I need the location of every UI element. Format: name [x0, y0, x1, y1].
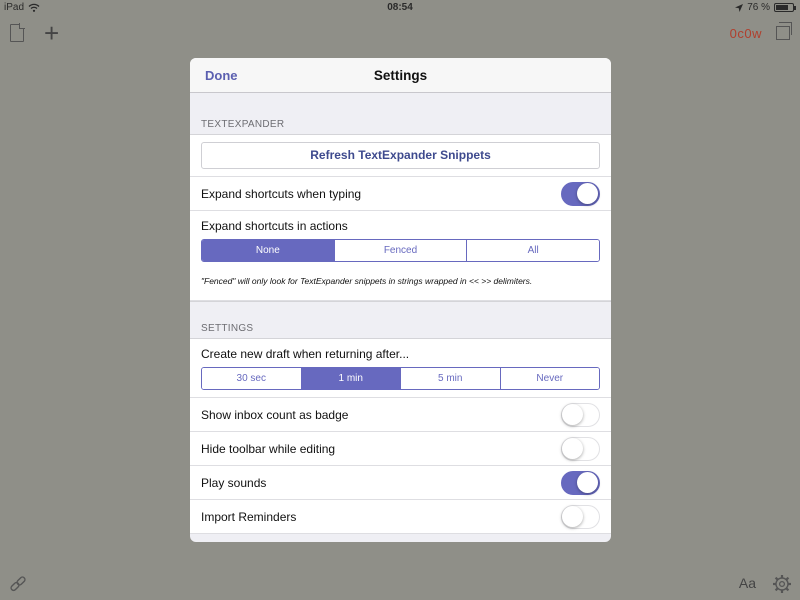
refresh-snippets-button[interactable]: Refresh TextExpander Snippets: [201, 142, 600, 169]
document-icon[interactable]: [10, 23, 25, 42]
expand-actions-row: Expand shortcuts in actions None Fenced Al…: [190, 211, 611, 301]
section-header-textexpander: TEXTEXPANDER: [190, 93, 611, 135]
expand-typing-toggle[interactable]: [561, 182, 600, 206]
fenced-note: "Fenced" will only look for TextExpander…: [201, 276, 533, 286]
setting-label: Show inbox count as badge: [201, 408, 349, 422]
textexpander-group: Refresh TextExpander Snippets Expand sho…: [190, 135, 611, 301]
toggle-knob: [562, 438, 583, 459]
segment-option[interactable]: 30 sec: [202, 368, 301, 389]
segment-option[interactable]: 1 min: [300, 368, 400, 389]
gear-icon[interactable]: [772, 574, 792, 594]
expand-actions-segmented-control: None Fenced All: [201, 239, 600, 262]
setting-toggle-row: Hide toolbar while editing: [190, 432, 611, 466]
font-settings-button[interactable]: Aa: [739, 575, 756, 591]
toggle-knob: [577, 183, 598, 204]
setting-toggle[interactable]: [561, 437, 600, 461]
battery-fill: [776, 5, 789, 10]
setting-label: Play sounds: [201, 476, 267, 490]
settings-toggle-list: Show inbox count as badge Hide toolbar wh…: [190, 398, 611, 534]
setting-toggle[interactable]: [561, 403, 600, 427]
segment-option[interactable]: Never: [499, 368, 599, 389]
copy-icon[interactable]: [776, 22, 792, 40]
new-draft-segmented-control: 30 sec 1 min 5 min Never: [201, 367, 600, 390]
plus-icon[interactable]: +: [44, 20, 59, 46]
status-bar-right: 76 %: [735, 2, 796, 13]
setting-label: Import Reminders: [201, 510, 297, 524]
setting-toggle-row: Show inbox count as badge: [190, 398, 611, 432]
new-draft-label: Create new draft when returning after...: [201, 347, 410, 361]
setting-toggle-row: Import Reminders: [190, 500, 611, 534]
toggle-knob: [562, 506, 583, 527]
setting-toggle-row: Play sounds: [190, 466, 611, 500]
battery-percentage: 76 %: [747, 2, 770, 13]
segment-option[interactable]: 5 min: [400, 368, 500, 389]
section-header-settings: SETTINGS: [190, 301, 611, 339]
expand-actions-label: Expand shortcuts in actions: [201, 219, 348, 233]
character-word-count[interactable]: 0c0w: [730, 26, 762, 41]
toggle-knob: [577, 472, 598, 493]
battery-icon: [774, 3, 796, 12]
refresh-row: Refresh TextExpander Snippets: [190, 135, 611, 177]
settings-group: Create new draft when returning after...…: [190, 339, 611, 534]
setting-toggle[interactable]: [561, 471, 600, 495]
expand-typing-row: Expand shortcuts when typing: [190, 177, 611, 211]
status-time: 08:54: [387, 2, 413, 13]
setting-toggle[interactable]: [561, 505, 600, 529]
new-draft-row: Create new draft when returning after...…: [190, 339, 611, 398]
expand-typing-label: Expand shortcuts when typing: [201, 187, 362, 201]
location-arrow-icon: [735, 3, 744, 12]
modal-header: Done Settings: [190, 58, 611, 93]
modal-title: Settings: [373, 68, 428, 83]
app-toolbar: + 0c0w: [0, 16, 800, 52]
setting-label: Hide toolbar while editing: [201, 442, 336, 456]
settings-modal: Done Settings TEXTEXPANDER Refresh TextE…: [190, 58, 611, 542]
link-icon[interactable]: [9, 575, 27, 593]
segment-option[interactable]: Fenced: [333, 240, 467, 261]
segment-option[interactable]: All: [466, 240, 599, 261]
status-bar: iPad 08:54 76 %: [0, 0, 800, 16]
segment-option[interactable]: None: [202, 240, 334, 261]
toggle-knob: [562, 404, 583, 425]
